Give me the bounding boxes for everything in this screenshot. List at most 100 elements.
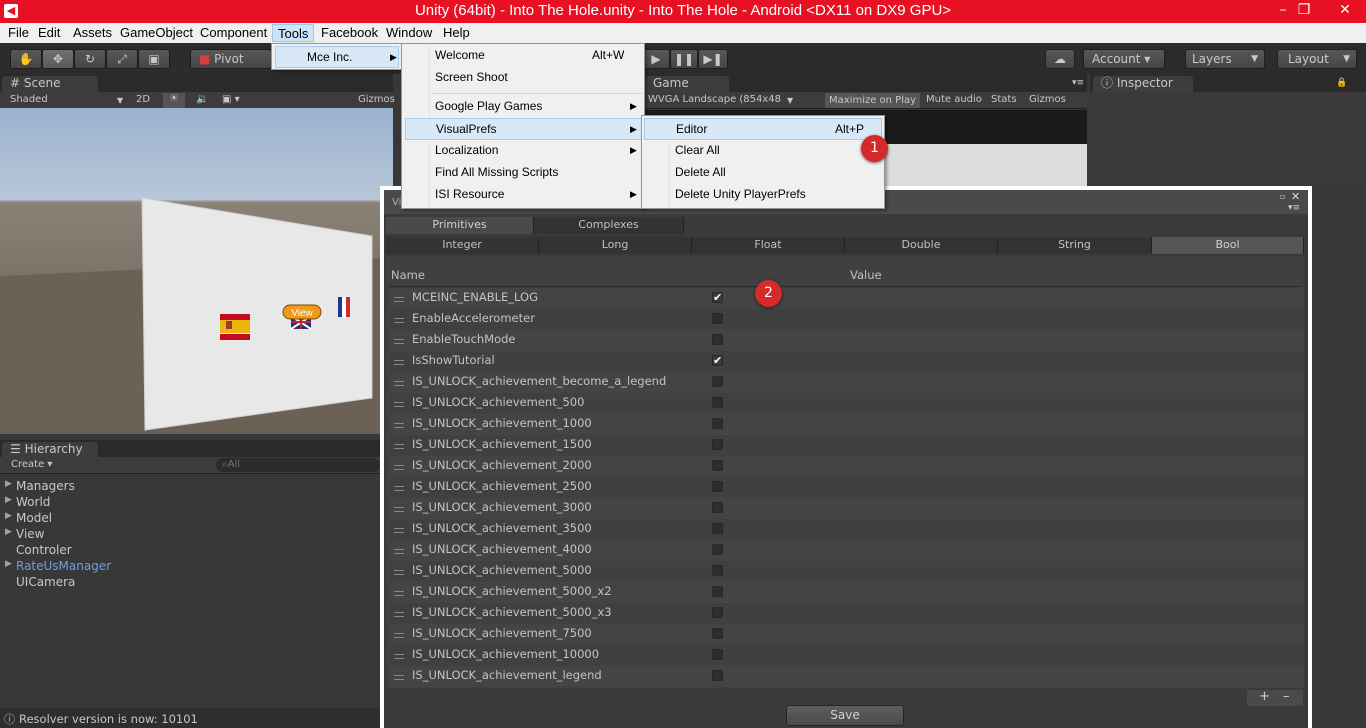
- menu-item-clear-all[interactable]: Clear All: [644, 140, 882, 162]
- pref-value-checkbox[interactable]: ✔: [712, 355, 723, 366]
- hierarchy-search-input[interactable]: ⌕All: [216, 458, 380, 472]
- hierarchy-item[interactable]: Controler: [16, 543, 72, 557]
- table-row[interactable]: IS_UNLOCK_achievement_5000: [390, 561, 1304, 582]
- tab-integer[interactable]: Integer: [386, 237, 539, 254]
- move-tool-button[interactable]: ✥: [42, 49, 74, 69]
- effects-toggle[interactable]: ▣ ▾: [222, 94, 240, 105]
- account-dropdown[interactable]: Account ▾: [1083, 49, 1165, 69]
- table-row[interactable]: EnableTouchMode: [390, 330, 1304, 351]
- table-row[interactable]: IS_UNLOCK_achievement_3500: [390, 519, 1304, 540]
- menu-facebook[interactable]: Facebook: [316, 24, 383, 42]
- table-row[interactable]: IS_UNLOCK_achievement_7500: [390, 624, 1304, 645]
- expand-arrow-icon[interactable]: ▶: [5, 559, 12, 569]
- menu-help[interactable]: Help: [438, 24, 475, 42]
- hand-tool-button[interactable]: ✋: [10, 49, 42, 69]
- scene-gizmos-dropdown[interactable]: Gizmos: [358, 94, 395, 105]
- panel-menu-icon[interactable]: ▾≡: [1072, 78, 1084, 88]
- drag-handle-icon[interactable]: [394, 528, 404, 533]
- drag-handle-icon[interactable]: [394, 402, 404, 407]
- close-icon[interactable]: ✕: [1291, 190, 1300, 203]
- hierarchy-item[interactable]: UICamera: [16, 575, 75, 589]
- rect-tool-button[interactable]: ▣: [138, 49, 170, 69]
- drag-handle-icon[interactable]: [394, 339, 404, 344]
- menu-item-isi-resource[interactable]: ISI Resource ▶: [405, 184, 643, 206]
- menu-item-google-play-games[interactable]: Google Play Games ▶: [405, 96, 643, 118]
- expand-arrow-icon[interactable]: ▶: [5, 479, 12, 489]
- remove-row-button[interactable]: –: [1283, 689, 1290, 704]
- pref-value-checkbox[interactable]: [712, 460, 723, 471]
- lock-icon[interactable]: 🔒: [1336, 78, 1347, 88]
- tab-double[interactable]: Double: [845, 237, 998, 254]
- pref-value-checkbox[interactable]: [712, 670, 723, 681]
- menu-item-visualprefs[interactable]: VisualPrefs ▶: [405, 118, 643, 140]
- drag-handle-icon[interactable]: [394, 612, 404, 617]
- hierarchy-item[interactable]: View: [16, 527, 44, 541]
- drag-handle-icon[interactable]: [394, 318, 404, 323]
- hierarchy-item[interactable]: Model: [16, 511, 52, 525]
- table-row[interactable]: EnableAccelerometer: [390, 309, 1304, 330]
- 2d-toggle[interactable]: 2D: [136, 94, 150, 105]
- scene-view[interactable]: View: [0, 108, 393, 434]
- table-row[interactable]: IS_UNLOCK_achievement_2000: [390, 456, 1304, 477]
- tab-primitives[interactable]: Primitives: [386, 217, 534, 234]
- tab-long[interactable]: Long: [539, 237, 692, 254]
- mute-audio-toggle[interactable]: Mute audio: [926, 94, 982, 105]
- lighting-toggle[interactable]: ☀: [163, 93, 185, 108]
- expand-arrow-icon[interactable]: ▶: [5, 495, 12, 505]
- pivot-toggle[interactable]: ■ Pivot: [190, 49, 272, 69]
- pref-value-checkbox[interactable]: [712, 544, 723, 555]
- table-row[interactable]: IS_UNLOCK_achievement_1500: [390, 435, 1304, 456]
- menu-item-welcome[interactable]: Welcome Alt+W: [405, 45, 643, 67]
- pref-value-checkbox[interactable]: [712, 523, 723, 534]
- play-button[interactable]: ▶: [642, 49, 670, 69]
- create-dropdown[interactable]: Create ▾: [11, 459, 52, 470]
- tab-game[interactable]: Game: [645, 76, 729, 92]
- menu-item-localization[interactable]: Localization ▶: [405, 140, 643, 162]
- tab-float[interactable]: Float: [692, 237, 845, 254]
- table-row[interactable]: IS_UNLOCK_achievement_2500: [390, 477, 1304, 498]
- drag-handle-icon[interactable]: [394, 444, 404, 449]
- pref-value-checkbox[interactable]: ✔: [712, 292, 723, 303]
- pref-value-checkbox[interactable]: [712, 565, 723, 576]
- tab-bool[interactable]: Bool: [1152, 237, 1304, 254]
- pref-value-checkbox[interactable]: [712, 397, 723, 408]
- menu-item-delete-all[interactable]: Delete All: [644, 162, 882, 184]
- scene-viewport[interactable]: View: [0, 108, 393, 434]
- table-row[interactable]: IS_UNLOCK_achievement_legend: [390, 666, 1304, 687]
- hierarchy-item[interactable]: World: [16, 495, 50, 509]
- menu-edit[interactable]: Edit: [33, 24, 65, 42]
- menu-file[interactable]: File: [3, 24, 34, 42]
- tab-hierarchy[interactable]: ☰ Hierarchy: [2, 442, 98, 458]
- save-button[interactable]: Save: [786, 705, 904, 726]
- table-row[interactable]: IS_UNLOCK_achievement_500: [390, 393, 1304, 414]
- game-gizmos-dropdown[interactable]: Gizmos: [1029, 94, 1066, 105]
- hierarchy-item[interactable]: Managers: [16, 479, 75, 493]
- maximize-button[interactable]: ❐: [1289, 0, 1319, 23]
- tab-string[interactable]: String: [998, 237, 1152, 254]
- pref-value-checkbox[interactable]: [712, 313, 723, 324]
- expand-arrow-icon[interactable]: ▶: [5, 527, 12, 537]
- expand-arrow-icon[interactable]: ▶: [5, 511, 12, 521]
- pref-value-checkbox[interactable]: [712, 586, 723, 597]
- drag-handle-icon[interactable]: [394, 591, 404, 596]
- rotate-tool-button[interactable]: ↻: [74, 49, 106, 69]
- menu-gameobject[interactable]: GameObject: [115, 24, 198, 42]
- pref-value-checkbox[interactable]: [712, 418, 723, 429]
- tab-scene[interactable]: # Scene: [2, 76, 98, 92]
- pref-value-checkbox[interactable]: [712, 481, 723, 492]
- close-button[interactable]: ✕: [1326, 0, 1364, 23]
- drag-handle-icon[interactable]: [394, 507, 404, 512]
- maximize-icon[interactable]: ▫: [1280, 192, 1285, 201]
- add-row-button[interactable]: +: [1259, 689, 1270, 704]
- menu-component[interactable]: Component: [195, 24, 272, 42]
- audio-toggle[interactable]: 🔉: [196, 94, 208, 105]
- table-row[interactable]: IS_UNLOCK_achievement_1000: [390, 414, 1304, 435]
- tab-complexes[interactable]: Complexes: [534, 217, 684, 234]
- drag-handle-icon[interactable]: [394, 297, 404, 302]
- maximize-on-play-toggle[interactable]: Maximize on Play: [825, 93, 921, 108]
- drag-handle-icon[interactable]: [394, 423, 404, 428]
- drag-handle-icon[interactable]: [394, 675, 404, 680]
- menu-assets[interactable]: Assets: [68, 24, 117, 42]
- layers-dropdown[interactable]: Layers ▼: [1185, 49, 1265, 69]
- pause-button[interactable]: ❚❚: [670, 49, 698, 69]
